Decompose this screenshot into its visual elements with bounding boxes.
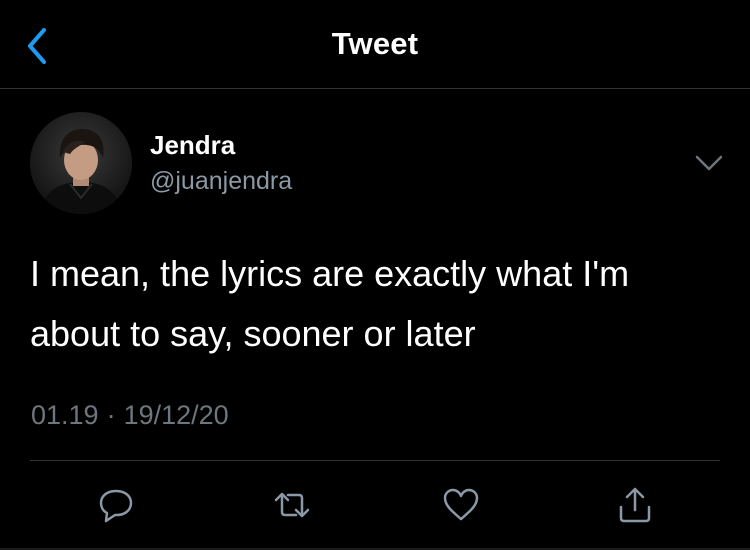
- avatar-photo: [30, 112, 132, 214]
- tweet-time: 01.19: [31, 400, 99, 430]
- tweet-menu-button[interactable]: [692, 150, 726, 176]
- avatar[interactable]: [30, 112, 132, 214]
- top-bar: Tweet: [0, 0, 750, 89]
- divider: [30, 460, 720, 461]
- timestamp-separator: ·: [106, 400, 116, 430]
- heart-icon: [443, 488, 479, 521]
- share-icon: [619, 487, 651, 523]
- reply-button[interactable]: [96, 485, 136, 525]
- tweet-text: I mean, the lyrics are exactly what I'm …: [30, 244, 720, 364]
- like-button[interactable]: [441, 485, 481, 525]
- tweet-text-line: I mean, the lyrics are exactly what I'm: [30, 253, 630, 294]
- reply-icon: [99, 489, 133, 523]
- tweet-text-line: about to say, sooner or later: [30, 313, 476, 354]
- display-name[interactable]: Jendra: [150, 130, 235, 161]
- tweet-date: 19/12/20: [123, 400, 229, 430]
- share-button[interactable]: [615, 485, 655, 525]
- retweet-icon: [274, 492, 310, 518]
- retweet-button[interactable]: [272, 485, 312, 525]
- chevron-down-icon: [695, 155, 723, 171]
- user-handle[interactable]: @juanjendra: [150, 167, 292, 196]
- tweet-timestamp[interactable]: 01.19 · 19/12/20: [31, 400, 229, 431]
- page-title: Tweet: [331, 26, 419, 61]
